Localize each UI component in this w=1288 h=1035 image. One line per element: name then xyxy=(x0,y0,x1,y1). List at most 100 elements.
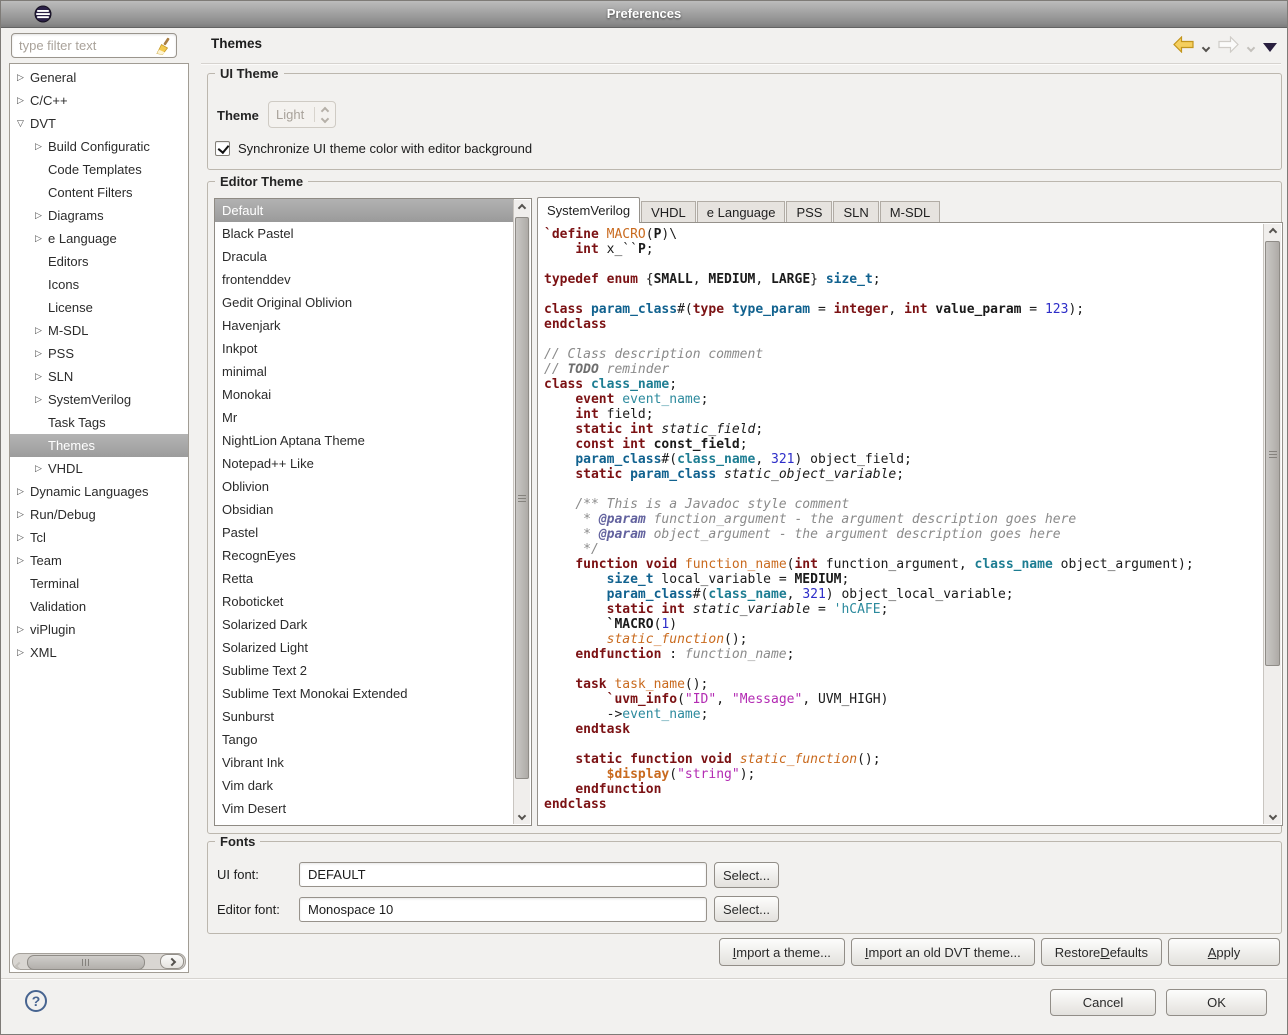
theme-item-recogneyes[interactable]: RecognEyes xyxy=(215,544,514,567)
expand-arrow-icon[interactable]: ▷ xyxy=(32,463,45,474)
ok-button[interactable]: OK xyxy=(1166,989,1267,1016)
apply-button[interactable]: Apply xyxy=(1168,938,1280,966)
editor-font-select-button[interactable]: Select... xyxy=(714,896,779,922)
ui-font-input[interactable] xyxy=(299,862,707,887)
tree-item-code-templates[interactable]: Code Templates xyxy=(10,158,188,181)
theme-item-dracula[interactable]: Dracula xyxy=(215,245,514,268)
tree-item-pss[interactable]: ▷PSS xyxy=(10,342,188,365)
theme-item-sublime-text-2[interactable]: Sublime Text 2 xyxy=(215,659,514,682)
tree-item-m-sdl[interactable]: ▷M-SDL xyxy=(10,319,188,342)
expand-arrow-icon[interactable]: ▷ xyxy=(14,624,27,635)
expand-arrow-icon[interactable]: ▷ xyxy=(14,72,27,83)
theme-item-solarized-dark[interactable]: Solarized Dark xyxy=(215,613,514,636)
tab-systemverilog[interactable]: SystemVerilog xyxy=(537,197,640,223)
tree-item-themes[interactable]: Themes xyxy=(10,434,188,457)
expand-arrow-icon[interactable]: ▷ xyxy=(14,647,27,658)
tree-item-c-c[interactable]: ▷C/C++ xyxy=(10,89,188,112)
tree-item-run-debug[interactable]: ▷Run/Debug xyxy=(10,503,188,526)
scrollbar-thumb[interactable] xyxy=(515,217,529,779)
scroll-down-icon[interactable] xyxy=(1264,808,1281,824)
tree-item-dynamic-languages[interactable]: ▷Dynamic Languages xyxy=(10,480,188,503)
scroll-up-icon[interactable] xyxy=(514,200,530,216)
theme-item-oblivion[interactable]: Oblivion xyxy=(215,475,514,498)
theme-item-roboticket[interactable]: Roboticket xyxy=(215,590,514,613)
tab-vhdl[interactable]: VHDL xyxy=(641,201,696,223)
tree-item-tcl[interactable]: ▷Tcl xyxy=(10,526,188,549)
expand-arrow-icon[interactable]: ▷ xyxy=(14,509,27,520)
expand-arrow-icon[interactable]: ▷ xyxy=(32,141,45,152)
titlebar[interactable]: Preferences xyxy=(1,1,1287,28)
view-menu-icon[interactable] xyxy=(1263,43,1277,52)
expand-arrow-icon[interactable]: ▷ xyxy=(14,95,27,106)
expand-arrow-icon[interactable]: ▷ xyxy=(32,325,45,336)
cancel-button[interactable]: Cancel xyxy=(1050,989,1156,1016)
tree-item-viplugin[interactable]: ▷viPlugin xyxy=(10,618,188,641)
scrollbar-thumb[interactable] xyxy=(1265,241,1280,666)
scrollbar-thumb[interactable] xyxy=(27,955,145,970)
import-old-dvt-theme-button[interactable]: Import an old DVT theme... xyxy=(851,938,1035,966)
theme-item-solarized-light[interactable]: Solarized Light xyxy=(215,636,514,659)
tree-item-dvt[interactable]: ▽DVT xyxy=(10,112,188,135)
theme-item-vim-desert[interactable]: Vim Desert xyxy=(215,797,514,820)
tree-item-license[interactable]: License xyxy=(10,296,188,319)
tree-item-icons[interactable]: Icons xyxy=(10,273,188,296)
expand-arrow-icon[interactable]: ▷ xyxy=(32,233,45,244)
theme-item-sunburst[interactable]: Sunburst xyxy=(215,705,514,728)
theme-item-minimal[interactable]: minimal xyxy=(215,360,514,383)
clear-filter-broom-icon[interactable] xyxy=(154,37,172,55)
theme-item-black-pastel[interactable]: Black Pastel xyxy=(215,222,514,245)
editor-font-input[interactable] xyxy=(299,897,707,922)
tree-item-general[interactable]: ▷General xyxy=(10,66,188,89)
tree-item-sln[interactable]: ▷SLN xyxy=(10,365,188,388)
theme-item-vibrant-ink[interactable]: Vibrant Ink xyxy=(215,751,514,774)
scroll-right-icon[interactable] xyxy=(160,954,184,969)
tree-item-content-filters[interactable]: Content Filters xyxy=(10,181,188,204)
theme-item-notepad-like[interactable]: Notepad++ Like xyxy=(215,452,514,475)
tree-item-systemverilog[interactable]: ▷SystemVerilog xyxy=(10,388,188,411)
tree-item-validation[interactable]: Validation xyxy=(10,595,188,618)
back-arrow-icon[interactable] xyxy=(1173,36,1194,58)
expand-arrow-icon[interactable]: ▷ xyxy=(32,371,45,382)
tree-horizontal-scrollbar[interactable] xyxy=(12,953,186,970)
theme-item-retta[interactable]: Retta xyxy=(215,567,514,590)
tree-item-xml[interactable]: ▷XML xyxy=(10,641,188,664)
theme-item-frontenddev[interactable]: frontenddev xyxy=(215,268,514,291)
expand-arrow-icon[interactable]: ▷ xyxy=(14,532,27,543)
expand-arrow-icon[interactable]: ▷ xyxy=(32,394,45,405)
theme-item-monokai[interactable]: Monokai xyxy=(215,383,514,406)
tree-item-e-language[interactable]: ▷e Language xyxy=(10,227,188,250)
tab-m-sdl[interactable]: M-SDL xyxy=(880,201,940,223)
theme-item-inkpot[interactable]: Inkpot xyxy=(215,337,514,360)
theme-item-default[interactable]: Default xyxy=(215,199,514,222)
scroll-down-icon[interactable] xyxy=(514,808,530,824)
expand-arrow-icon[interactable]: ▷ xyxy=(14,555,27,566)
help-icon[interactable]: ? xyxy=(25,990,47,1012)
theme-item-obsidian[interactable]: Obsidian xyxy=(215,498,514,521)
filter-input[interactable] xyxy=(11,33,177,58)
tree-item-editors[interactable]: Editors xyxy=(10,250,188,273)
import-theme-button[interactable]: Import a theme... xyxy=(719,938,845,966)
theme-item-sublime-text-monokai-extended[interactable]: Sublime Text Monokai Extended xyxy=(215,682,514,705)
theme-list-scrollbar[interactable] xyxy=(513,200,530,824)
tab-sln[interactable]: SLN xyxy=(833,201,878,223)
tree-item-task-tags[interactable]: Task Tags xyxy=(10,411,188,434)
theme-item-pastel[interactable]: Pastel xyxy=(215,521,514,544)
tree-item-terminal[interactable]: Terminal xyxy=(10,572,188,595)
theme-item-vim-dark[interactable]: Vim dark xyxy=(215,774,514,797)
theme-item-nightlion-aptana-theme[interactable]: NightLion Aptana Theme xyxy=(215,429,514,452)
expand-arrow-icon[interactable]: ▷ xyxy=(14,486,27,497)
expand-arrow-icon[interactable]: ▷ xyxy=(32,348,45,359)
restore-defaults-button[interactable]: Restore Defaults xyxy=(1041,938,1162,966)
code-scrollbar[interactable] xyxy=(1263,224,1281,824)
theme-item-gedit-original-oblivion[interactable]: Gedit Original Oblivion xyxy=(215,291,514,314)
sync-theme-checkbox[interactable] xyxy=(215,141,230,156)
tree-item-team[interactable]: ▷Team xyxy=(10,549,188,572)
back-history-chevron-icon[interactable] xyxy=(1203,38,1209,56)
tab-pss[interactable]: PSS xyxy=(786,201,832,223)
tree-item-vhdl[interactable]: ▷VHDL xyxy=(10,457,188,480)
expand-arrow-icon[interactable]: ▷ xyxy=(32,210,45,221)
theme-item-tango[interactable]: Tango xyxy=(215,728,514,751)
tree-item-build-configuratic[interactable]: ▷Build Configuratic xyxy=(10,135,188,158)
scroll-up-icon[interactable] xyxy=(1264,224,1281,240)
tab-e-language[interactable]: e Language xyxy=(697,201,786,223)
